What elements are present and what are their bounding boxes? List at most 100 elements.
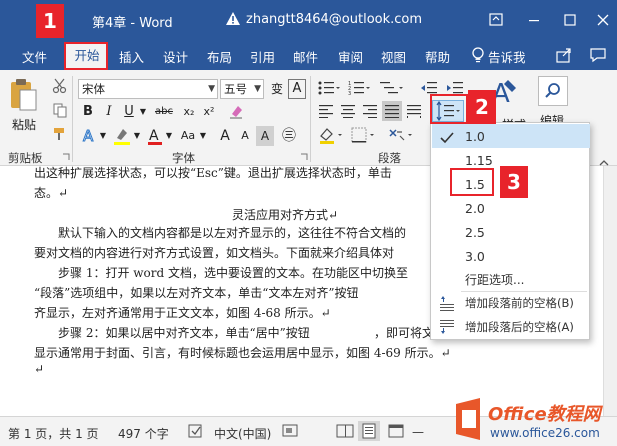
doc-line: 态。↵ xyxy=(34,186,69,200)
enclose-characters-button[interactable]: ㊂ xyxy=(280,126,298,146)
watermark-brand: Office教程网 xyxy=(488,404,601,425)
tab-view[interactable]: 视图 xyxy=(381,47,406,66)
maximize-icon[interactable] xyxy=(556,8,584,32)
doc-line: 出这种扩展选择状态，可以按“Esc”键。退出扩展选择状态时，单击 xyxy=(34,166,392,180)
web-layout-icon[interactable] xyxy=(388,423,406,442)
line-spacing-option-1-0[interactable]: 1.0 xyxy=(465,129,485,144)
annotation-box-line-spacing xyxy=(430,94,468,124)
tab-file[interactable]: 文件 xyxy=(22,47,47,66)
chevron-down-icon[interactable]: ▼ xyxy=(138,102,148,122)
word-count[interactable]: 497 个字 xyxy=(118,425,169,442)
read-mode-icon[interactable] xyxy=(336,423,354,442)
font-launcher-icon[interactable] xyxy=(300,153,308,161)
doc-line: 显示通常用于封面、引言，有时候标题也会运用居中显示，如图 4-69 所示。↵ xyxy=(34,346,451,360)
line-spacing-option-2-0[interactable]: 2.0 xyxy=(465,201,485,216)
multilevel-list-icon[interactable] xyxy=(378,80,404,96)
annotation-step-3: 3 xyxy=(500,166,528,198)
chevron-down-icon[interactable]: ▼ xyxy=(198,126,208,146)
print-layout-icon[interactable] xyxy=(358,421,380,441)
shading-icon[interactable] xyxy=(318,126,346,144)
doc-line: 步骤 1：打开 word 文档，选中要设置的文本。在功能区中切换至 xyxy=(58,266,408,280)
add-space-before-paragraph[interactable]: 增加段落前的空格(B) xyxy=(465,295,574,311)
zoom-out-button[interactable]: — xyxy=(412,425,424,439)
tab-help[interactable]: 帮助 xyxy=(425,47,450,66)
tab-review[interactable]: 审阅 xyxy=(338,47,363,66)
share-icon[interactable] xyxy=(555,46,573,64)
highlight-color-icon[interactable] xyxy=(112,126,132,146)
group-divider xyxy=(310,76,311,162)
group-label-clipboard: 剪贴板 xyxy=(8,151,43,165)
annotation-step-2: 2 xyxy=(468,90,496,124)
clipboard-launcher-icon[interactable] xyxy=(62,153,70,161)
font-size-value: 五号 xyxy=(224,82,247,96)
superscript-button[interactable]: x² xyxy=(200,102,218,122)
text-highlight-eraser-icon[interactable] xyxy=(228,102,246,120)
annotation-box-option-1-5 xyxy=(450,168,494,196)
text-effects-icon[interactable]: A xyxy=(80,126,98,145)
strikethrough-button[interactable]: abc xyxy=(152,102,176,122)
language-indicator[interactable]: 中文(中国) xyxy=(214,425,271,442)
close-icon[interactable] xyxy=(589,8,617,32)
shrink-font-button[interactable]: A xyxy=(238,126,252,146)
clear-format-button[interactable]: A xyxy=(288,79,306,99)
bold-button[interactable]: B xyxy=(80,102,96,122)
checkmark-icon xyxy=(439,131,455,145)
group-label-paragraph: 段落 xyxy=(378,151,401,165)
phonetic-guide-button[interactable]: 变 xyxy=(268,79,286,99)
svg-text:A: A xyxy=(83,127,94,144)
warning-icon[interactable] xyxy=(225,11,241,27)
watermark-logo: Office教程网 www.office26.com xyxy=(450,394,617,446)
font-color-icon[interactable]: A xyxy=(146,126,164,146)
tab-design[interactable]: 设计 xyxy=(163,47,188,66)
macro-record-icon[interactable] xyxy=(282,423,300,442)
collapse-ribbon-icon[interactable] xyxy=(599,156,609,166)
underline-button[interactable]: U xyxy=(122,102,136,122)
lightbulb-icon[interactable] xyxy=(470,46,486,64)
vertical-scrollbar[interactable] xyxy=(603,166,617,416)
asian-layout-icon[interactable] xyxy=(388,126,416,144)
format-painter-icon[interactable] xyxy=(52,126,68,142)
line-spacing-option-3-0[interactable]: 3.0 xyxy=(465,249,485,264)
cut-icon[interactable] xyxy=(52,78,68,94)
doc-line: 步骤 2：如果以居中对齐文本，单击“居中”按钮 xyxy=(58,326,310,340)
proofing-icon[interactable] xyxy=(188,423,206,442)
page-count[interactable]: 第 1 页，共 1 页 xyxy=(8,425,99,442)
align-center-icon[interactable] xyxy=(340,104,356,118)
account-email[interactable]: zhangtt8464@outlook.com xyxy=(246,12,422,27)
subscript-button[interactable]: x₂ xyxy=(180,102,198,122)
annotation-step-1: 1 xyxy=(36,4,64,38)
italic-button[interactable]: I xyxy=(102,102,116,122)
chevron-down-icon[interactable]: ▼ xyxy=(98,126,108,146)
numbering-icon[interactable]: 123 xyxy=(348,80,370,96)
align-right-icon[interactable] xyxy=(362,104,378,118)
comments-icon[interactable] xyxy=(589,46,607,64)
tab-layout[interactable]: 布局 xyxy=(207,47,232,66)
change-case-button[interactable]: Aa xyxy=(178,126,198,146)
grow-font-button[interactable]: A xyxy=(218,126,232,146)
paste-button[interactable]: 粘贴 xyxy=(12,116,36,133)
character-shading-button[interactable]: A xyxy=(256,126,274,146)
add-space-after-paragraph[interactable]: 增加段落后的空格(A) xyxy=(465,319,574,335)
copy-icon[interactable] xyxy=(52,102,68,118)
line-spacing-option-1-15[interactable]: 1.15 xyxy=(465,153,493,168)
tell-me-search[interactable]: 告诉我 xyxy=(488,47,526,66)
font-name-combo[interactable]: 宋体 ▼ xyxy=(78,79,218,99)
line-spacing-option-2-5[interactable]: 2.5 xyxy=(465,225,485,240)
tab-mailings[interactable]: 邮件 xyxy=(293,47,318,66)
tab-references[interactable]: 引用 xyxy=(250,47,275,66)
justify-icon[interactable] xyxy=(382,101,402,121)
paste-icon[interactable] xyxy=(8,78,38,114)
line-spacing-options-link[interactable]: 行距选项... xyxy=(465,271,524,288)
search-icon[interactable] xyxy=(538,76,568,106)
chevron-down-icon: ▼ xyxy=(254,84,261,94)
distributed-icon[interactable] xyxy=(406,104,422,118)
chevron-down-icon[interactable]: ▼ xyxy=(164,126,174,146)
tab-insert[interactable]: 插入 xyxy=(119,47,144,66)
borders-icon[interactable] xyxy=(350,126,378,144)
ribbon-display-options-icon[interactable] xyxy=(482,8,510,32)
minimize-icon[interactable] xyxy=(520,8,548,32)
chevron-down-icon[interactable]: ▼ xyxy=(132,126,142,146)
font-size-combo[interactable]: 五号 ▼ xyxy=(220,79,264,99)
align-left-icon[interactable] xyxy=(318,104,334,118)
bullets-icon[interactable] xyxy=(318,80,340,96)
